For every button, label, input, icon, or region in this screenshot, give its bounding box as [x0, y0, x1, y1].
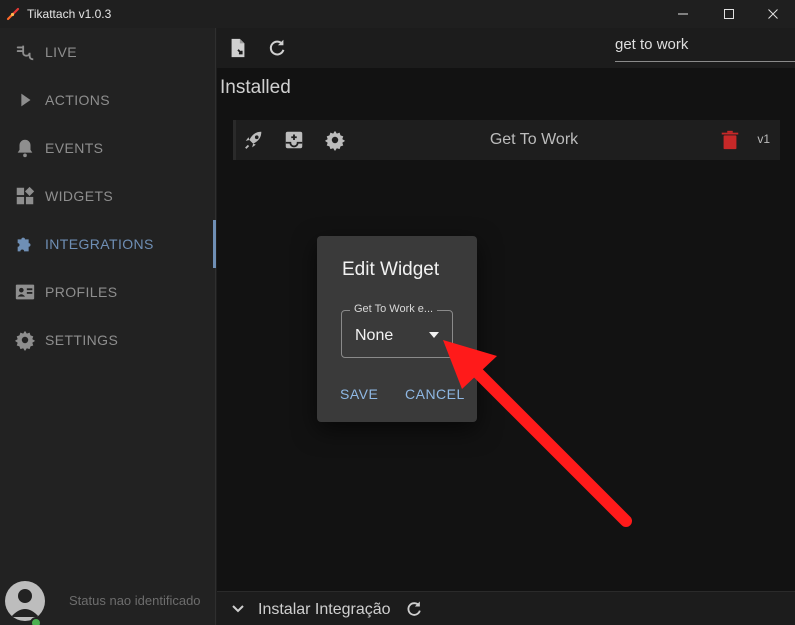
- trash-icon[interactable]: [719, 129, 741, 151]
- sidebar-item-live[interactable]: LIVE: [0, 28, 216, 76]
- install-integration-label[interactable]: Instalar Integração: [258, 601, 391, 619]
- select-value: None: [355, 327, 394, 344]
- sidebar-item-label: EVENTS: [45, 140, 104, 156]
- close-button[interactable]: [750, 0, 795, 28]
- puzzle-icon: [17, 237, 31, 252]
- add-to-widget-icon[interactable]: [283, 129, 305, 151]
- sidebar-item-label: INTEGRATIONS: [45, 236, 154, 252]
- plug-icon: [16, 45, 34, 61]
- cancel-button[interactable]: CANCEL: [405, 386, 465, 402]
- search-field[interactable]: [615, 34, 795, 62]
- minimize-button[interactable]: [660, 0, 706, 28]
- caret-down-icon[interactable]: [428, 331, 440, 339]
- sidebar-item-label: LIVE: [45, 44, 77, 60]
- sidebar-item-settings[interactable]: SETTINGS: [0, 316, 216, 364]
- section-title: Installed: [220, 77, 291, 98]
- gear-icon[interactable]: [324, 129, 346, 151]
- close-icon: [768, 9, 778, 19]
- integration-row: Get To Work v1: [233, 120, 780, 160]
- sidebar-item-profiles[interactable]: PROFILES: [0, 268, 216, 316]
- edit-widget-dialog: Edit Widget Get To Work e... None SAVE C…: [317, 236, 477, 422]
- maximize-icon: [724, 9, 734, 19]
- rocket-icon[interactable]: [243, 129, 265, 151]
- sidebar-item-label: PROFILES: [45, 284, 118, 300]
- bell-icon: [17, 139, 33, 158]
- sidebar-item-actions[interactable]: ACTIONS: [0, 76, 216, 124]
- sidebar-item-label: WIDGETS: [45, 188, 114, 204]
- refresh-icon[interactable]: [266, 37, 288, 59]
- sidebar-item-events[interactable]: EVENTS: [0, 124, 216, 172]
- dialog-title: Edit Widget: [342, 259, 440, 280]
- search-input[interactable]: [615, 36, 795, 53]
- online-status-dot: [30, 617, 42, 625]
- sidebar: LIVE ACTIONS EVENTS WIDGETS INTEGRATIONS: [0, 28, 216, 625]
- select-label: Get To Work e...: [350, 303, 438, 315]
- integration-version: v1: [757, 132, 770, 146]
- main-panel: Installed Get To Work v1 Instalar In: [217, 28, 795, 625]
- widgets-icon: [16, 186, 35, 205]
- sidebar-item-label: SETTINGS: [45, 332, 119, 348]
- sidebar-item-integrations[interactable]: INTEGRATIONS: [0, 220, 216, 268]
- play-icon: [21, 93, 31, 107]
- status-text: Status nao identificado: [69, 593, 201, 608]
- widget-select[interactable]: Get To Work e... None: [341, 303, 453, 358]
- gear-icon: [14, 330, 36, 351]
- sidebar-item-label: ACTIONS: [45, 92, 111, 108]
- toolbar: [217, 28, 795, 68]
- user-status: Status nao identificado: [0, 572, 216, 625]
- refresh-icon[interactable]: [404, 599, 424, 619]
- install-integration-bar[interactable]: Instalar Integração: [217, 591, 795, 625]
- sidebar-item-widgets[interactable]: WIDGETS: [0, 172, 216, 220]
- user-icon: [11, 589, 39, 617]
- window-title: Tikattach v1.0.3: [27, 7, 112, 21]
- minimize-icon: [678, 13, 688, 15]
- chevron-down-icon[interactable]: [229, 600, 247, 618]
- avatar[interactable]: [5, 581, 45, 621]
- integration-name: Get To Work: [489, 131, 579, 148]
- title-bar: Tikattach v1.0.3: [0, 0, 795, 28]
- profile-card-icon: [15, 284, 35, 300]
- maximize-button[interactable]: [706, 0, 752, 28]
- app-logo-icon: [6, 7, 20, 21]
- import-file-icon[interactable]: [227, 37, 249, 59]
- save-button[interactable]: SAVE: [340, 386, 378, 402]
